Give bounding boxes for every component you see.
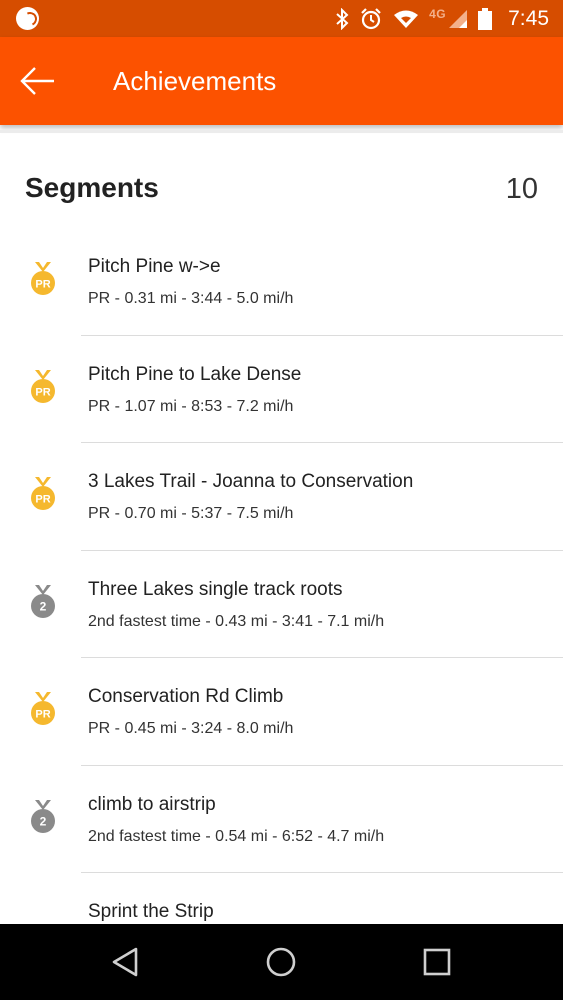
list-item[interactable]: PR Pitch Pine w->e PR - 0.31 mi - 3:44 -… [0,228,563,336]
status-time: 7:45 [508,6,549,30]
network-type: 4G [429,6,447,21]
home-circle-icon [266,947,296,977]
list-item[interactable]: PR 3 Lakes Trail - Joanna to Conservatio… [0,443,563,551]
segment-name: Pitch Pine to Lake Dense [88,363,302,385]
strava-ball-icon [16,7,39,30]
segment-detail: PR - 0.31 mi - 3:44 - 5.0 mi/h [88,290,294,307]
second-place-medal-icon: 2 [31,799,55,833]
svg-text:2: 2 [40,599,47,613]
segment-name: Conservation Rd Climb [88,686,284,707]
segment-list: PR Pitch Pine w->e PR - 0.31 mi - 3:44 -… [0,228,563,981]
svg-text:PR: PR [35,279,50,291]
svg-text:PR: PR [35,709,50,721]
recents-square-icon [423,948,451,976]
segment-detail: PR - 0.45 mi - 3:24 - 8.0 mi/h [88,720,294,737]
bluetooth-icon [336,7,349,30]
divider [0,130,563,133]
segment-name: Sprint the Strip [88,901,214,922]
nav-recents-button[interactable] [417,942,457,982]
pr-medal-icon: PR [31,369,55,403]
list-item[interactable]: 2 climb to airstrip 2nd fastest time - 0… [0,766,563,873]
pr-medal-icon: PR [31,262,55,295]
nav-back-button[interactable] [105,942,145,982]
arrow-left-icon [20,67,54,95]
second-place-medal-icon: 2 [31,584,55,618]
segment-name: 3 Lakes Trail - Joanna to Conservation [88,471,414,492]
svg-text:PR: PR [35,494,50,506]
segment-detail: PR - 1.07 mi - 8:53 - 7.2 mi/h [88,397,294,415]
segment-detail: PR - 0.70 mi - 5:37 - 7.5 mi/h [88,505,294,522]
list-item[interactable]: 2 Three Lakes single track roots 2nd fas… [0,551,563,658]
page-title: Achievements [113,66,277,96]
pr-medal-icon: PR [31,692,55,725]
segment-name: Pitch Pine w->e [88,256,221,277]
back-button[interactable] [16,61,60,101]
segment-name: climb to airstrip [88,793,216,815]
cell-signal-icon [449,9,468,28]
wifi-icon [394,10,419,28]
status-bar: 4G 7:45 [0,0,563,37]
nav-home-button[interactable] [261,942,301,982]
app-bar: Achievements [0,37,563,125]
svg-text:PR: PR [35,386,50,398]
navigation-bar [0,924,563,1000]
section-header: Segments 10 [25,172,538,212]
status-icons: 4G 7:45 [335,0,549,37]
segment-detail: 2nd fastest time - 0.54 mi - 6:52 - 4.7 … [88,827,385,845]
section-count: 10 [505,173,538,205]
list-item[interactable]: PR Pitch Pine to Lake Dense PR - 1.07 mi… [0,336,563,443]
list-item[interactable]: PR Conservation Rd Climb PR - 0.45 mi - … [0,658,563,766]
segment-name: Three Lakes single track roots [88,578,343,600]
alarm-icon [361,7,381,29]
back-triangle-icon [112,947,138,977]
battery-icon [478,7,493,30]
pr-medal-icon: PR [31,477,55,510]
svg-text:2: 2 [40,814,47,828]
segment-detail: 2nd fastest time - 0.43 mi - 3:41 - 7.1 … [88,612,385,630]
section-title: Segments [25,172,159,203]
